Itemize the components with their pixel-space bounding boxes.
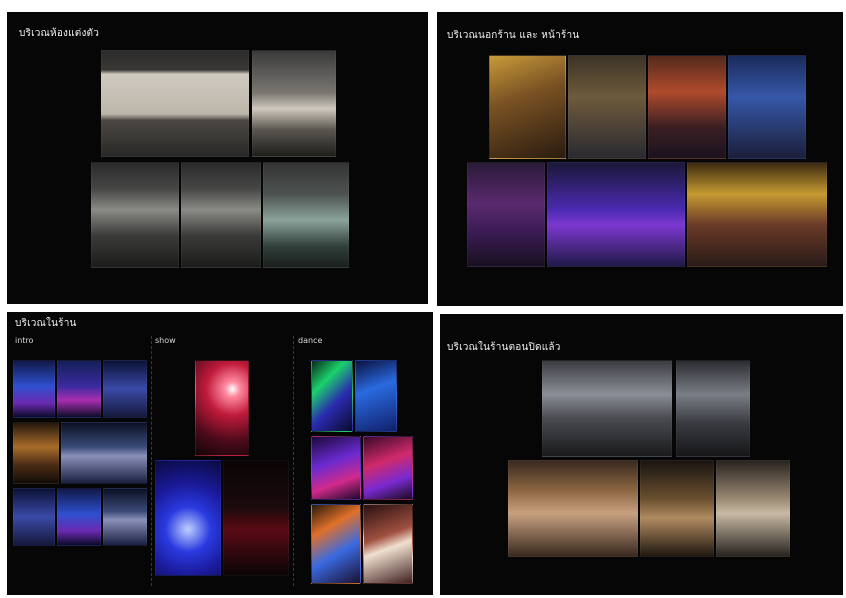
intro-photo <box>57 488 101 546</box>
street-photo <box>728 55 806 159</box>
dressing-room-photo <box>91 162 179 268</box>
section-divider <box>151 336 152 586</box>
dance-photo <box>311 360 353 432</box>
intro-photo <box>103 488 147 546</box>
dressing-room-photo <box>252 50 336 157</box>
slide-outside-front: บริเวณนอกร้าน และ หน้าร้าน <box>437 12 843 306</box>
closed-photo <box>542 360 672 457</box>
street-photo <box>568 55 646 159</box>
closed-photo <box>676 360 750 457</box>
slide-dressing-room: บริเวณห้องแต่งตัว <box>7 12 428 304</box>
closed-photo <box>640 460 714 557</box>
slide-inside: บริเวณในร้าน intro show dance <box>7 312 433 595</box>
storefront-photo <box>687 162 827 267</box>
section-divider <box>293 336 294 586</box>
dance-photo <box>311 504 361 584</box>
dressing-room-photo <box>263 162 349 268</box>
dance-photo <box>355 360 397 432</box>
show-photo <box>155 460 221 576</box>
slide-title: บริเวณนอกร้าน และ หน้าร้าน <box>447 30 580 41</box>
section-label-show: show <box>155 336 176 345</box>
section-label-intro: intro <box>15 336 34 345</box>
storefront-photo <box>547 162 685 267</box>
section-label-dance: dance <box>298 336 323 345</box>
slide-title: บริเวณในร้านตอนปิดแล้ว <box>447 342 561 353</box>
dance-photo <box>363 504 413 584</box>
dance-photo <box>363 436 413 500</box>
street-photo <box>489 55 566 159</box>
intro-photo <box>13 422 59 484</box>
show-photo <box>223 460 289 576</box>
closed-photo <box>716 460 790 557</box>
intro-photo <box>13 488 55 546</box>
slide-inside-closed: บริเวณในร้านตอนปิดแล้ว <box>440 314 843 595</box>
intro-photo <box>103 360 147 418</box>
slide-title: บริเวณห้องแต่งตัว <box>19 28 100 39</box>
intro-photo <box>57 360 101 418</box>
closed-photo <box>508 460 638 557</box>
slide-title: บริเวณในร้าน <box>15 318 77 329</box>
dressing-room-photo <box>181 162 261 268</box>
intro-photo <box>61 422 147 484</box>
dance-photo <box>311 436 361 500</box>
intro-photo <box>13 360 55 418</box>
street-photo <box>648 55 726 159</box>
storefront-photo <box>467 162 545 267</box>
show-photo <box>195 360 249 456</box>
dressing-room-photo <box>101 50 249 157</box>
